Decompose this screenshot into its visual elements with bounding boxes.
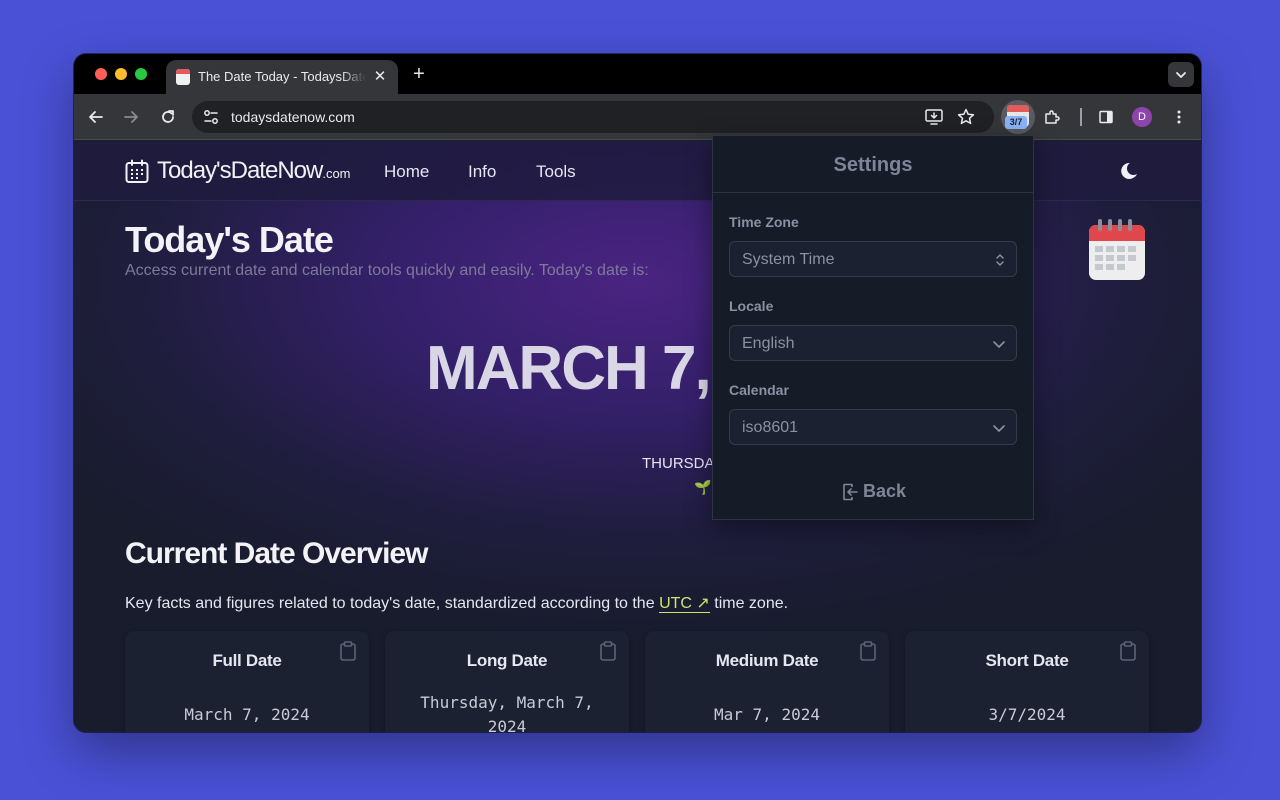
chevron-down-icon <box>993 425 1005 432</box>
overview-heading: Current Date Overview <box>125 537 428 570</box>
arrow-left-icon <box>89 111 103 123</box>
arrow-right-icon <box>124 111 138 123</box>
card-title: Full Date <box>212 651 282 670</box>
time-zone-select[interactable]: System Time <box>729 241 1017 277</box>
browser-menu-button[interactable] <box>1167 105 1191 129</box>
clipboard-copy-icon[interactable] <box>599 641 617 661</box>
card-title: Short Date <box>985 651 1069 670</box>
card-value: Mar 7, 2024 <box>714 705 820 724</box>
minimize-window-button[interactable] <box>115 68 127 80</box>
tab-strip: The Date Today - TodaysDateNow.com ✕ + <box>74 54 1201 94</box>
back-label: Back <box>863 481 907 501</box>
card-value: 3/7/2024 <box>988 705 1066 724</box>
calendar-favicon-icon <box>176 69 190 85</box>
new-tab-button[interactable]: + <box>408 63 430 85</box>
locale-select[interactable]: English <box>729 325 1017 361</box>
reload-button[interactable] <box>156 105 180 129</box>
page-title: Today's Date <box>125 219 334 260</box>
side-panel-button[interactable] <box>1094 105 1118 129</box>
calendar-label: Calendar <box>729 382 789 398</box>
more-vertical-icon <box>1177 110 1181 124</box>
close-window-button[interactable] <box>95 68 107 80</box>
tab-active[interactable]: The Date Today - TodaysDateNow.com ✕ <box>166 60 398 94</box>
card-value: Thursday, March 7, 2024 <box>420 693 594 732</box>
extension-badge: 3/7 <box>1005 116 1027 129</box>
overview-description: Key facts and figures related to today's… <box>125 593 788 613</box>
toolbar-separator <box>1080 108 1082 126</box>
date-card-long: Long Date Thursday, March 7, 2024 <box>385 631 629 732</box>
profile-avatar[interactable]: D <box>1132 107 1152 127</box>
current-date-display: MARCH 7, 2 <box>426 334 759 403</box>
calendar-select[interactable]: iso8601 <box>729 409 1017 445</box>
install-app-icon[interactable] <box>924 107 944 127</box>
overview-desc-post: time zone. <box>714 595 789 612</box>
clipboard-copy-icon[interactable] <box>1119 641 1137 661</box>
tab-search-button[interactable] <box>1168 62 1194 87</box>
current-weekday: THURSDA <box>642 455 715 472</box>
extensions-button[interactable] <box>1040 105 1064 129</box>
browser-window: The Date Today - TodaysDateNow.com ✕ + <box>74 54 1201 732</box>
tab-close-icon[interactable]: ✕ <box>370 67 390 87</box>
logo-suffix: .com <box>322 166 351 181</box>
card-title: Long Date <box>466 651 548 670</box>
locale-value: English <box>742 335 795 352</box>
date-card-medium: Medium Date Mar 7, 2024 <box>645 631 889 732</box>
chevron-down-icon <box>993 341 1005 348</box>
chevron-up-down-icon <box>996 254 1004 266</box>
url-text: todaysdatenow.com <box>231 109 355 125</box>
address-bar[interactable]: todaysdatenow.com <box>192 101 994 133</box>
browser-toolbar: todaysdatenow.com 3/7 D <box>74 94 1201 140</box>
back-nav-button[interactable] <box>84 105 108 129</box>
calendar-illustration-icon <box>1089 219 1145 280</box>
puzzle-icon <box>1045 110 1060 124</box>
maximize-window-button[interactable] <box>135 68 147 80</box>
site-logo[interactable]: Today'sDateNow.com <box>157 157 351 185</box>
overview-desc-pre: Key facts and figures related to today's… <box>125 595 655 612</box>
date-extension-button[interactable]: 3/7 <box>1001 100 1035 134</box>
time-zone-label: Time Zone <box>729 214 799 230</box>
season-sprout-icon: 🌱 <box>694 479 712 495</box>
date-card-full: Full Date March 7, 2024 <box>125 631 369 732</box>
dark-mode-toggle-icon[interactable] <box>1118 161 1140 183</box>
page-subtitle: Access current date and calendar tools q… <box>125 262 649 279</box>
locale-label: Locale <box>729 298 774 314</box>
settings-popup: Settings Time Zone System Time Locale En… <box>712 135 1034 520</box>
star-bookmark-icon[interactable] <box>956 107 976 127</box>
popup-divider <box>713 192 1033 193</box>
nav-home[interactable]: Home <box>384 162 429 182</box>
utc-link[interactable]: UTC ↗ <box>659 595 710 613</box>
reload-icon <box>162 110 174 123</box>
site-info-icon[interactable] <box>202 108 220 126</box>
date-card-short: Short Date 3/7/2024 <box>905 631 1149 732</box>
clipboard-copy-icon[interactable] <box>859 641 877 661</box>
forward-nav-button[interactable] <box>119 105 143 129</box>
calendar-value: iso8601 <box>742 419 799 436</box>
nav-tools[interactable]: Tools <box>536 162 576 182</box>
exit-door-icon <box>843 483 858 501</box>
logo-name: Today'sDateNow <box>157 157 323 184</box>
calendar-logo-icon[interactable] <box>125 159 149 184</box>
card-title: Medium Date <box>715 651 819 670</box>
time-zone-value: System Time <box>742 251 835 268</box>
tab-title: The Date Today - TodaysDateNow.com <box>198 69 366 84</box>
nav-info[interactable]: Info <box>468 162 496 182</box>
card-value: March 7, 2024 <box>184 705 310 724</box>
side-panel-icon <box>1099 110 1113 124</box>
popup-title: Settings <box>833 154 913 176</box>
clipboard-copy-icon[interactable] <box>339 641 357 661</box>
chevron-down-icon <box>1176 72 1186 78</box>
